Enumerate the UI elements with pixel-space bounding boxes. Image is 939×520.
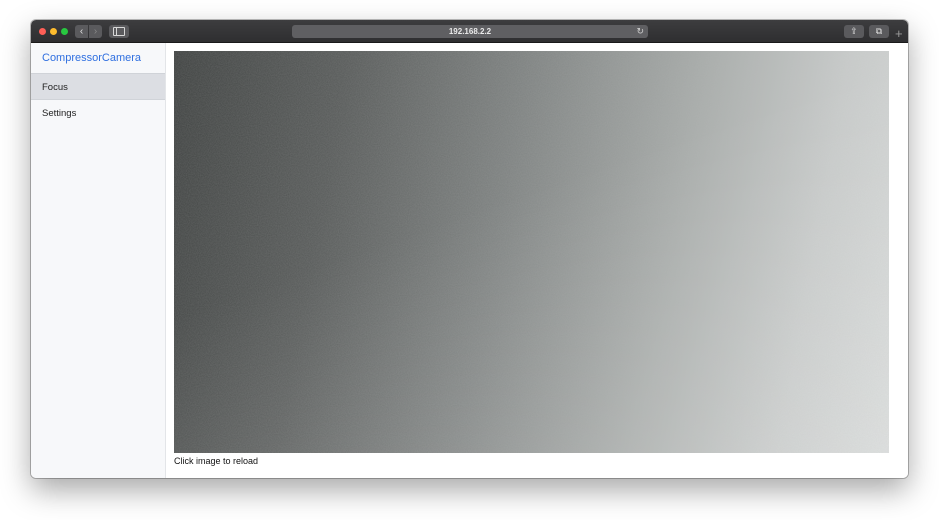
share-button[interactable]: ⇪ — [844, 25, 864, 38]
share-icon: ⇪ — [850, 26, 858, 36]
sidebar: CompressorCamera Focus Settings — [31, 43, 166, 478]
plus-icon: + — [895, 26, 903, 41]
show-tabs-button[interactable]: ⧉ — [869, 25, 889, 38]
show-sidebar-button[interactable] — [109, 25, 129, 38]
camera-image[interactable] — [174, 51, 889, 453]
sidebar-item-focus[interactable]: Focus — [31, 73, 165, 100]
chevron-right-icon: › — [93, 26, 98, 37]
forward-button[interactable]: › — [89, 25, 102, 38]
sidebar-item-settings[interactable]: Settings — [31, 100, 165, 127]
reload-caption: Click image to reload — [174, 456, 259, 466]
browser-window: ‹ › 192.168.2.2 ↻ ⇪ ⧉ + CompressorCamera… — [31, 20, 908, 478]
reload-icon[interactable]: ↻ — [636, 25, 644, 38]
wall-texture — [174, 51, 889, 453]
minimize-window-button[interactable] — [50, 28, 57, 35]
address-bar[interactable]: 192.168.2.2 ↻ — [292, 25, 648, 38]
url-text: 192.168.2.2 — [448, 27, 492, 36]
tabs-icon: ⧉ — [875, 26, 883, 36]
main-content: Click image to reload — [166, 43, 908, 478]
zoom-window-button[interactable] — [61, 28, 68, 35]
close-window-button[interactable] — [39, 28, 46, 35]
brand-link[interactable]: CompressorCamera — [42, 52, 141, 64]
back-button[interactable]: ‹ — [75, 25, 88, 38]
chevron-left-icon: ‹ — [79, 26, 84, 37]
sidebar-icon — [113, 27, 125, 36]
browser-toolbar: ‹ › 192.168.2.2 ↻ ⇪ ⧉ + — [31, 20, 908, 43]
new-tab-button[interactable]: + — [895, 27, 903, 40]
